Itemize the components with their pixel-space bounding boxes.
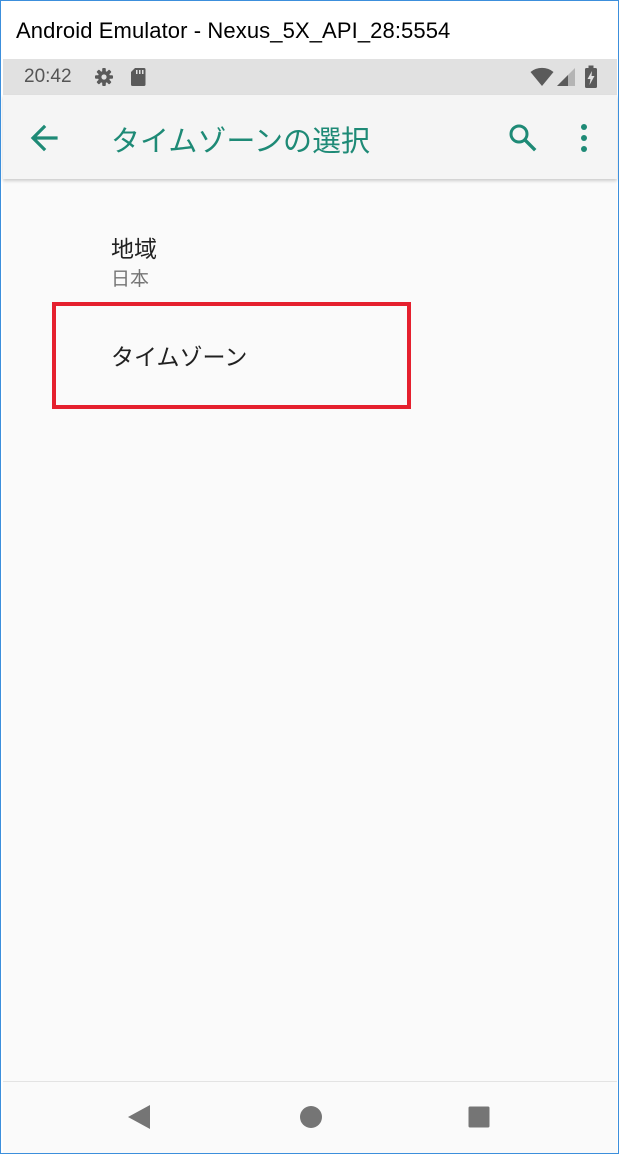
- cellular-signal-icon: [557, 68, 575, 86]
- status-bar: 20:42: [3, 59, 617, 95]
- app-bar-title: タイムゾーンの選択: [111, 124, 370, 158]
- back-arrow-icon[interactable]: [29, 123, 59, 153]
- search-icon[interactable]: [507, 122, 537, 152]
- highlight-box: [52, 302, 411, 409]
- more-vert-icon[interactable]: [578, 123, 590, 153]
- wifi-icon: [530, 67, 554, 86]
- settings-gear-icon: [95, 68, 113, 86]
- home-circle-icon[interactable]: [299, 1105, 323, 1129]
- preference-region-summary: 日本: [111, 268, 150, 290]
- app-bar: タイムゾーンの選択: [3, 95, 617, 179]
- recents-square-icon[interactable]: [468, 1106, 490, 1128]
- sd-card-icon: [131, 68, 146, 86]
- window-title-bar: Android Emulator - Nexus_5X_API_28:5554: [1, 1, 618, 59]
- status-time: 20:42: [24, 66, 72, 87]
- battery-charging-icon: [585, 65, 597, 88]
- preference-region-title: 地域: [111, 237, 157, 263]
- back-triangle-icon[interactable]: [127, 1104, 151, 1130]
- navigation-bar: [3, 1081, 617, 1153]
- preference-region[interactable]: 地域 日本: [3, 199, 617, 299]
- window-title: Android Emulator - Nexus_5X_API_28:5554: [16, 18, 451, 43]
- emulator-frame: Android Emulator - Nexus_5X_API_28:5554 …: [0, 0, 619, 1154]
